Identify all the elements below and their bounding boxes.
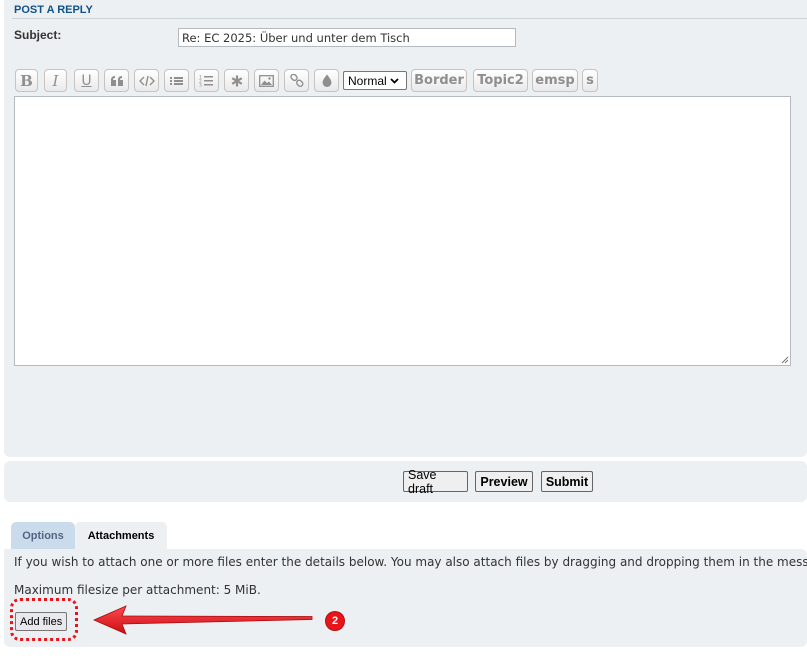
bbcode-s-label: s [586, 73, 594, 88]
annotation-highlight [10, 598, 78, 641]
bbcode-topic2-label: Topic2 [477, 73, 524, 88]
annotation-step-badge: 2 [326, 612, 344, 630]
chevron-down-icon [390, 76, 399, 86]
asterisk-icon [231, 75, 242, 86]
numbered-list-icon: 123 [199, 75, 213, 88]
link-icon [289, 73, 303, 87]
svg-text:3: 3 [199, 83, 202, 88]
subject-label: Subject: [14, 28, 62, 42]
annotation-arrow-icon [93, 605, 313, 635]
section-title: POST A REPLY [14, 4, 93, 16]
color-button[interactable] [314, 69, 339, 92]
quote-button[interactable] [104, 69, 129, 92]
font-size-select[interactable]: Normal [343, 71, 407, 90]
code-button[interactable] [134, 69, 159, 92]
bbcode-border-label: Border [414, 73, 464, 88]
attachment-help-text: If you wish to attach one or more files … [14, 555, 807, 569]
underline-button[interactable]: U [74, 69, 99, 92]
section-divider [12, 18, 807, 19]
numbered-list-button[interactable]: 123 [194, 69, 219, 92]
bbcode-emsp-button[interactable]: emsp [532, 69, 578, 92]
preview-button[interactable]: Preview [475, 471, 533, 492]
link-button[interactable] [284, 69, 309, 92]
save-draft-button[interactable]: Save draft [403, 468, 468, 496]
quote-icon [110, 75, 123, 86]
code-icon [138, 75, 155, 86]
bullet-list-icon [170, 76, 183, 85]
image-icon [259, 74, 274, 87]
italic-button[interactable]: I [44, 69, 67, 92]
submit-button[interactable]: Submit [541, 471, 593, 492]
italic-icon: I [52, 71, 59, 90]
list-item-button[interactable] [224, 69, 249, 92]
resize-grip-icon[interactable] [780, 355, 789, 364]
message-textarea[interactable] [14, 96, 791, 366]
bbcode-topic2-button[interactable]: Topic2 [473, 69, 528, 92]
list-button[interactable] [164, 69, 189, 92]
bold-button[interactable]: B [15, 69, 38, 92]
underline-icon: U [81, 72, 92, 89]
max-filesize-text: Maximum filesize per attachment: 5 MiB. [14, 583, 261, 597]
image-button[interactable] [254, 69, 279, 92]
subject-input[interactable] [178, 28, 516, 47]
tab-options[interactable]: Options [11, 522, 75, 549]
bbcode-border-button[interactable]: Border [411, 69, 467, 92]
bold-icon: B [20, 71, 33, 90]
bbcode-s-button[interactable]: s [582, 69, 598, 92]
tab-attachments[interactable]: Attachments [75, 522, 167, 549]
droplet-icon [322, 74, 331, 87]
font-size-value: Normal [348, 73, 387, 88]
bbcode-emsp-label: emsp [535, 73, 575, 88]
